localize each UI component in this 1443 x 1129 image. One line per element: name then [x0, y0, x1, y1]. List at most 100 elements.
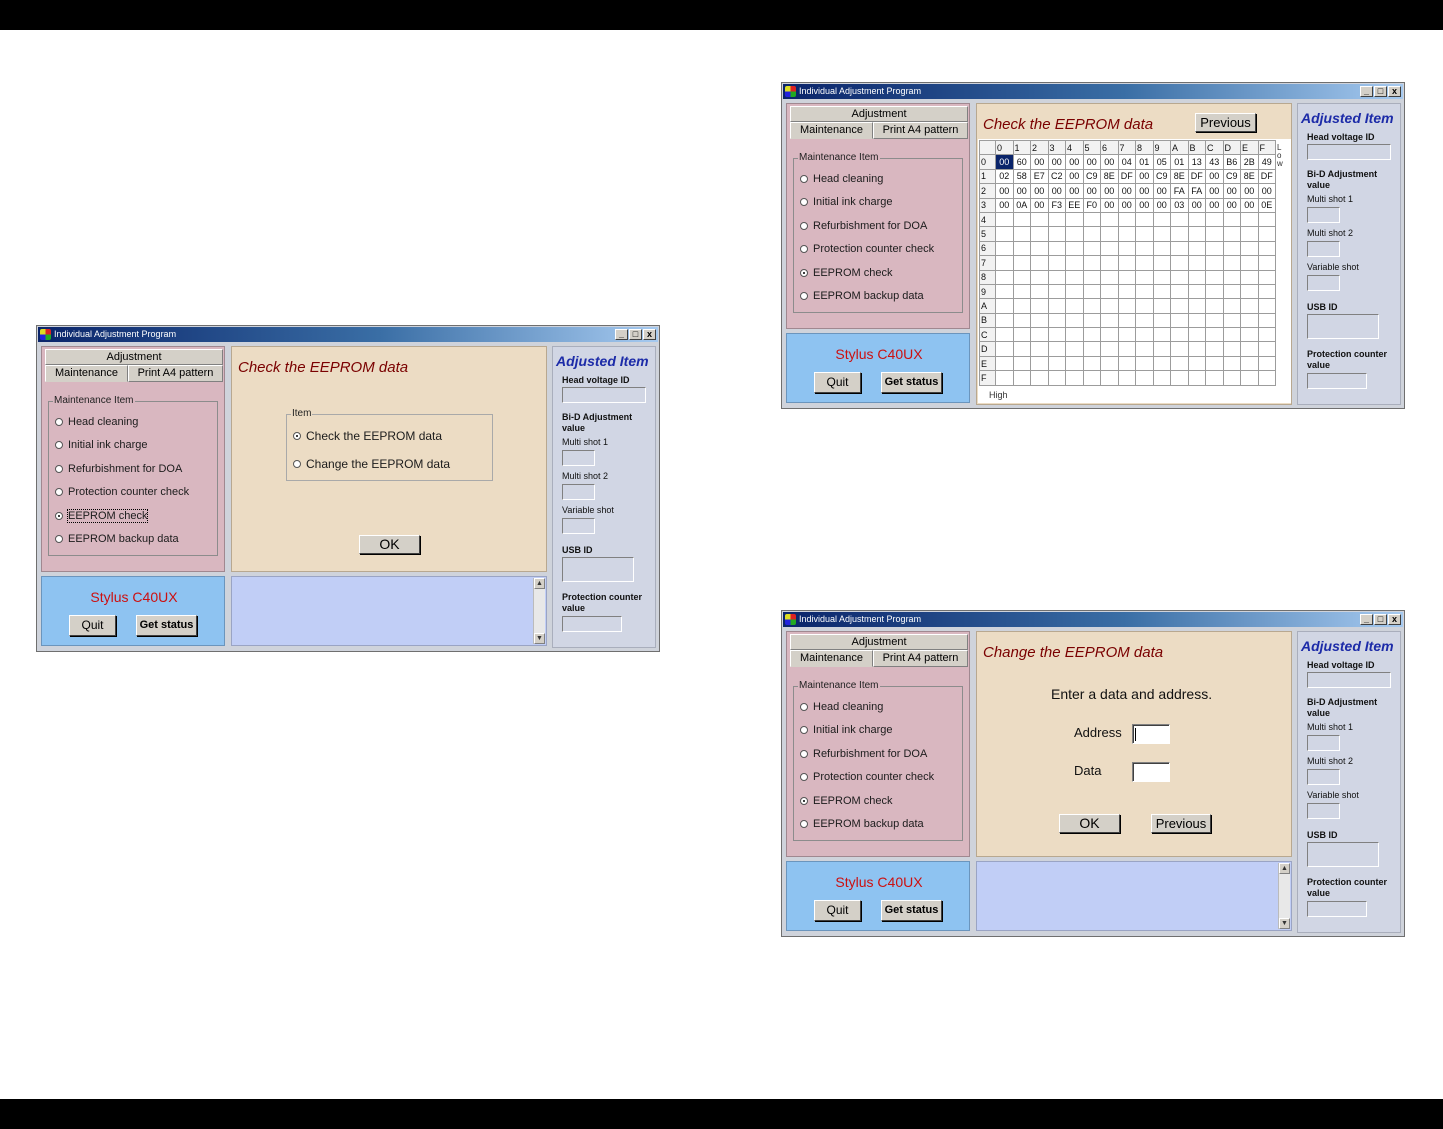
radio-protection-counter[interactable]: Protection counter check [800, 771, 934, 783]
hex-cell[interactable] [995, 226, 1014, 242]
hex-cell[interactable] [1152, 283, 1171, 300]
hex-cell[interactable] [1030, 327, 1049, 343]
hex-cell[interactable]: 00 [1205, 183, 1224, 199]
hex-cell[interactable] [1117, 312, 1136, 329]
hex-cell[interactable] [1030, 312, 1049, 329]
hex-cell[interactable] [1187, 327, 1206, 343]
hex-cell[interactable]: 00 [1082, 183, 1101, 199]
hex-cell[interactable] [1222, 355, 1241, 372]
hex-cell[interactable] [1065, 240, 1084, 257]
hex-cell[interactable] [1100, 312, 1119, 329]
get-status-button[interactable]: Get status [136, 615, 197, 636]
hex-cell[interactable]: 00 [1065, 168, 1084, 185]
hex-cell[interactable]: 01 [1170, 154, 1189, 170]
hex-cell[interactable] [1152, 370, 1171, 386]
hex-cell[interactable]: 03 [1170, 197, 1189, 213]
hex-cell[interactable]: 13 [1187, 154, 1206, 170]
hex-cell[interactable] [1012, 298, 1031, 314]
hex-cell[interactable] [1047, 327, 1066, 343]
hex-cell[interactable] [1030, 255, 1049, 271]
hex-cell[interactable]: 00 [1047, 183, 1066, 199]
hex-cell[interactable]: 00 [1152, 197, 1171, 213]
hex-cell[interactable]: F3 [1047, 197, 1066, 213]
minimize-button[interactable]: _ [1360, 86, 1373, 97]
hex-cell[interactable]: 00 [1012, 183, 1031, 199]
hex-cell[interactable] [1257, 255, 1276, 271]
ok-button[interactable]: OK [359, 535, 420, 554]
hex-cell[interactable] [1205, 226, 1224, 242]
hex-cell[interactable] [1257, 211, 1276, 228]
hex-cell[interactable] [1187, 211, 1206, 228]
hex-cell[interactable]: 00 [1030, 183, 1049, 199]
radio-refurbishment[interactable]: Refurbishment for DOA [800, 220, 927, 232]
hex-cell[interactable] [1222, 211, 1241, 228]
hex-cell[interactable] [1257, 240, 1276, 257]
hex-cell[interactable]: 00 [1135, 197, 1154, 213]
hex-cell[interactable]: 00 [1117, 197, 1136, 213]
hex-cell[interactable] [1135, 226, 1154, 242]
hex-cell[interactable] [1205, 355, 1224, 372]
radio-refurbishment[interactable]: Refurbishment for DOA [55, 463, 182, 475]
hex-cell[interactable] [1135, 269, 1154, 285]
hex-cell[interactable] [1117, 255, 1136, 271]
hex-cell[interactable] [1100, 370, 1119, 386]
hex-cell[interactable] [1240, 370, 1259, 386]
radio-eeprom-check[interactable]: EEPROM check [800, 795, 892, 807]
hex-cell[interactable] [1135, 255, 1154, 271]
hex-cell[interactable] [1222, 298, 1241, 314]
hex-cell[interactable] [1117, 327, 1136, 343]
hex-cell[interactable] [1117, 269, 1136, 285]
radio-eeprom-backup[interactable]: EEPROM backup data [800, 290, 924, 302]
tab-print-a4-pattern[interactable]: Print A4 pattern [873, 650, 968, 667]
hex-cell[interactable] [1012, 226, 1031, 242]
hex-cell[interactable]: E7 [1030, 168, 1049, 185]
hex-cell[interactable] [1065, 269, 1084, 285]
radio-eeprom-check[interactable]: EEPROM check [800, 267, 892, 279]
close-button[interactable]: x [643, 329, 656, 340]
hex-cell[interactable] [1012, 355, 1031, 372]
previous-button[interactable]: Previous [1151, 814, 1211, 833]
hex-cell[interactable] [1047, 240, 1066, 257]
hex-cell[interactable] [1152, 240, 1171, 257]
hex-cell[interactable] [1170, 355, 1189, 372]
hex-cell[interactable] [995, 240, 1014, 257]
hex-cell[interactable] [1205, 298, 1224, 314]
hex-cell[interactable]: C9 [1152, 168, 1171, 185]
hex-cell[interactable] [1240, 312, 1259, 329]
hex-cell[interactable]: 00 [995, 197, 1014, 213]
hex-cell[interactable] [1047, 355, 1066, 372]
radio-check-eeprom[interactable]: Check the EEPROM data [293, 429, 442, 443]
hex-cell[interactable] [1100, 341, 1119, 357]
hex-cell[interactable] [1065, 341, 1084, 357]
log-panel[interactable]: ▲ ▼ [976, 861, 1292, 931]
radio-head-cleaning[interactable]: Head cleaning [800, 701, 883, 713]
radio-refurbishment[interactable]: Refurbishment for DOA [800, 748, 927, 760]
hex-cell[interactable]: 8E [1240, 168, 1259, 185]
hex-cell[interactable] [1100, 283, 1119, 300]
hex-cell[interactable] [1100, 327, 1119, 343]
hex-cell[interactable] [995, 370, 1014, 386]
minimize-button[interactable]: _ [1360, 614, 1373, 625]
tab-maintenance[interactable]: Maintenance [790, 650, 873, 667]
hex-cell[interactable]: 00 [1100, 183, 1119, 199]
hex-cell[interactable] [1257, 341, 1276, 357]
hex-cell[interactable] [1082, 355, 1101, 372]
hex-cell[interactable] [1100, 211, 1119, 228]
scroll-down-icon[interactable]: ▼ [1279, 918, 1290, 929]
hex-cell[interactable] [1152, 226, 1171, 242]
hex-cell[interactable] [1152, 341, 1171, 357]
hex-cell[interactable]: 00 [1152, 183, 1171, 199]
hex-cell[interactable] [1082, 327, 1101, 343]
hex-cell[interactable] [1117, 341, 1136, 357]
radio-protection-counter[interactable]: Protection counter check [55, 486, 189, 498]
hex-cell[interactable] [1222, 269, 1241, 285]
hex-cell[interactable] [1240, 226, 1259, 242]
hex-cell[interactable] [1222, 327, 1241, 343]
hex-cell[interactable]: DF [1257, 168, 1276, 185]
hex-cell[interactable] [1047, 370, 1066, 386]
hex-cell[interactable] [1187, 283, 1206, 300]
hex-cell[interactable] [1222, 370, 1241, 386]
hex-cell[interactable] [1082, 341, 1101, 357]
hex-cell[interactable] [1240, 240, 1259, 257]
hex-cell[interactable] [1047, 226, 1066, 242]
